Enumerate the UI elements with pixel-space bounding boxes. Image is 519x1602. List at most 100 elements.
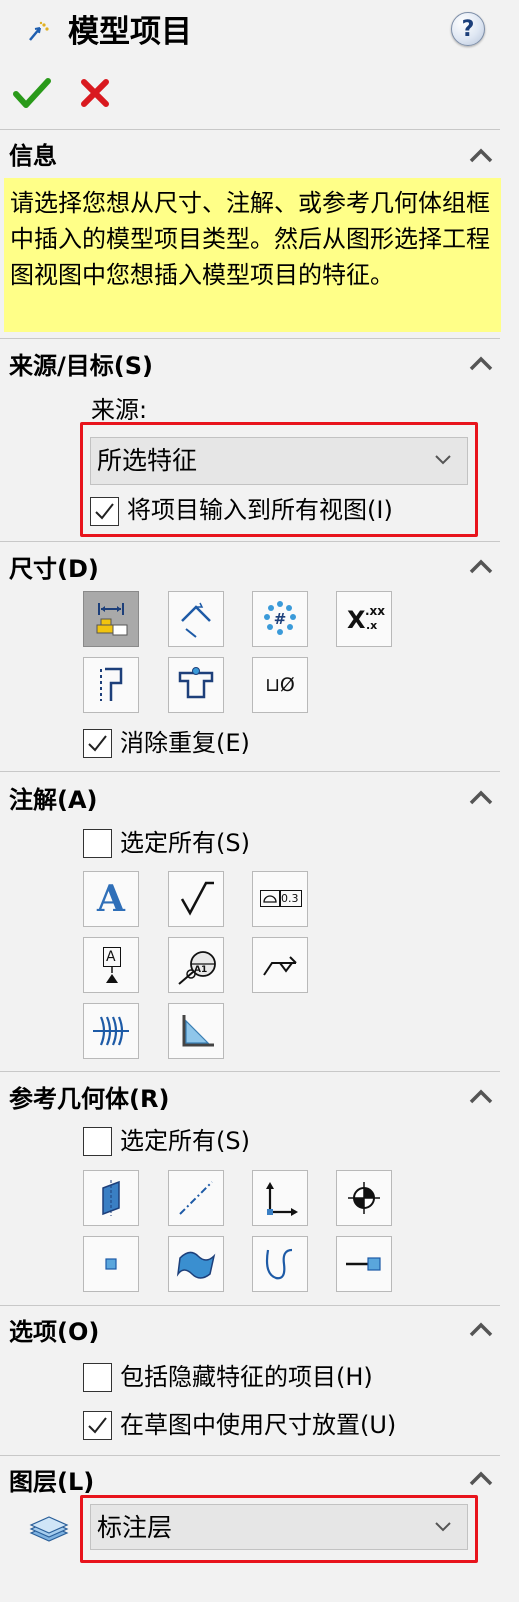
chevron-down-icon	[435, 1522, 451, 1532]
curve-icon	[265, 1248, 293, 1280]
model-items-icon	[26, 20, 52, 46]
checkmark-icon	[13, 78, 51, 108]
datum-target-button[interactable]: A1	[168, 937, 224, 993]
axis-icon	[179, 1181, 213, 1215]
info-message: 请选择您想从尺寸、注解、或参考几何体组框中插入的模型项目类型。然后从图形选择工程…	[4, 178, 501, 332]
separator	[0, 541, 500, 542]
hole-callout-icon	[178, 667, 214, 699]
separator	[0, 771, 500, 772]
surface-button[interactable]	[168, 1236, 224, 1292]
include-hidden-checkbox[interactable]	[83, 1363, 112, 1392]
route-point-button[interactable]	[336, 1236, 392, 1292]
x-icon	[81, 79, 109, 107]
hole-wizard-profile-button[interactable]: ⊔Ø	[252, 657, 308, 713]
surface-icon	[176, 1251, 216, 1279]
note-icon: A	[97, 878, 125, 920]
xx-glyph: X	[347, 606, 366, 634]
chevron-down-icon	[435, 455, 451, 465]
import-all-views-label: 将项目输入到所有视图(I)	[127, 496, 393, 524]
checkmark-icon	[88, 735, 107, 752]
profile-tolerance-icon	[263, 895, 277, 903]
chevron-up-icon	[469, 790, 493, 805]
layer-dropdown[interactable]: 标注层	[90, 1504, 468, 1550]
chevron-up-icon	[469, 1471, 493, 1486]
layer-section-title: 图层(L)	[9, 1468, 95, 1496]
geometric-tolerance-button[interactable]: 0.3	[252, 871, 308, 927]
axis-button[interactable]	[168, 1170, 224, 1226]
xx-sup-glyph: .xx	[365, 604, 386, 618]
point-icon	[105, 1258, 117, 1270]
layer-collapse-button[interactable]	[466, 1467, 496, 1491]
svg-text:#: #	[274, 610, 287, 628]
chevron-up-icon	[469, 356, 493, 371]
angular-dimension-icon	[181, 602, 211, 638]
chevron-up-icon	[469, 1089, 493, 1104]
weld-bead-icon	[182, 1015, 214, 1047]
gtol-value: 0.3	[281, 892, 299, 905]
note-button[interactable]: A	[83, 871, 139, 927]
weld-bead-button[interactable]	[168, 1003, 224, 1059]
surface-finish-button[interactable]	[168, 871, 224, 927]
use-sketch-placement-checkbox[interactable]	[83, 1411, 112, 1440]
cosmetic-thread-button[interactable]	[83, 1003, 139, 1059]
options-collapse-button[interactable]	[466, 1318, 496, 1342]
marked-for-drawing-button[interactable]	[83, 591, 139, 647]
surface-finish-icon	[180, 881, 214, 916]
datum-triangle-icon	[106, 967, 118, 983]
weld-symbol-icon	[263, 956, 297, 976]
annotations-section-title: 注解(A)	[9, 786, 98, 814]
point-button[interactable]	[83, 1236, 139, 1292]
instance-count-button[interactable]	[83, 657, 139, 713]
chevron-up-icon	[469, 148, 493, 163]
separator	[0, 1305, 500, 1306]
origin-icon	[348, 1182, 380, 1214]
hole-diameter-glyph: ⊔Ø	[265, 674, 295, 696]
coordinate-system-button[interactable]	[252, 1170, 308, 1226]
hole-wizard-locations-button[interactable]: #	[252, 591, 308, 647]
annotations-select-all-label: 选定所有(S)	[120, 829, 250, 857]
reference-select-all-label: 选定所有(S)	[120, 1127, 250, 1155]
use-sketch-placement-label: 在草图中使用尺寸放置(U)	[120, 1411, 397, 1439]
reference-section-title: 参考几何体(R)	[9, 1085, 170, 1113]
hole-callout-button[interactable]	[168, 657, 224, 713]
annotations-select-all-checkbox[interactable]	[83, 829, 112, 858]
reference-select-all-checkbox[interactable]	[83, 1127, 112, 1156]
hole-pattern-icon: #	[264, 601, 296, 635]
source-collapse-button[interactable]	[466, 352, 496, 376]
help-button[interactable]: ?	[451, 12, 485, 46]
panel-title: 模型项目	[68, 14, 192, 50]
source-dropdown[interactable]: 所选特征	[90, 437, 468, 485]
profile-icon	[100, 667, 123, 701]
separator	[0, 129, 500, 130]
source-dropdown-value: 所选特征	[97, 446, 198, 475]
plane-icon	[102, 1180, 120, 1216]
curve-button[interactable]	[252, 1236, 308, 1292]
separator	[0, 1455, 500, 1456]
source-section-title: 来源/目标(S)	[9, 352, 153, 380]
plane-button[interactable]	[83, 1170, 139, 1226]
route-point-icon	[346, 1257, 381, 1271]
options-section-title: 选项(O)	[9, 1318, 100, 1346]
separator	[0, 338, 500, 339]
include-hidden-label: 包括隐藏特征的项目(H)	[120, 1363, 373, 1391]
xx-sub-glyph: .x	[366, 619, 378, 632]
datum-feature-button[interactable]: A	[83, 937, 139, 993]
cancel-button[interactable]	[78, 76, 112, 110]
help-icon: ?	[461, 16, 475, 42]
import-all-views-checkbox[interactable]	[90, 497, 119, 526]
checkmark-icon	[95, 503, 114, 520]
dimensions-collapse-button[interactable]	[466, 555, 496, 579]
ok-button[interactable]	[12, 76, 52, 110]
balloon-label: A1	[194, 965, 208, 975]
not-marked-dimension-button[interactable]	[168, 591, 224, 647]
datum-letter: A	[106, 949, 116, 965]
info-collapse-button[interactable]	[466, 144, 496, 168]
weld-symbol-button[interactable]	[252, 937, 308, 993]
eliminate-duplicates-label: 消除重复(E)	[120, 729, 250, 757]
tolerance-dimension-button[interactable]: X .xx .x	[336, 591, 392, 647]
origin-button[interactable]	[336, 1170, 392, 1226]
annotations-collapse-button[interactable]	[466, 786, 496, 810]
dimensions-section-title: 尺寸(D)	[9, 555, 99, 583]
eliminate-duplicates-checkbox[interactable]	[83, 729, 112, 758]
reference-collapse-button[interactable]	[466, 1085, 496, 1109]
